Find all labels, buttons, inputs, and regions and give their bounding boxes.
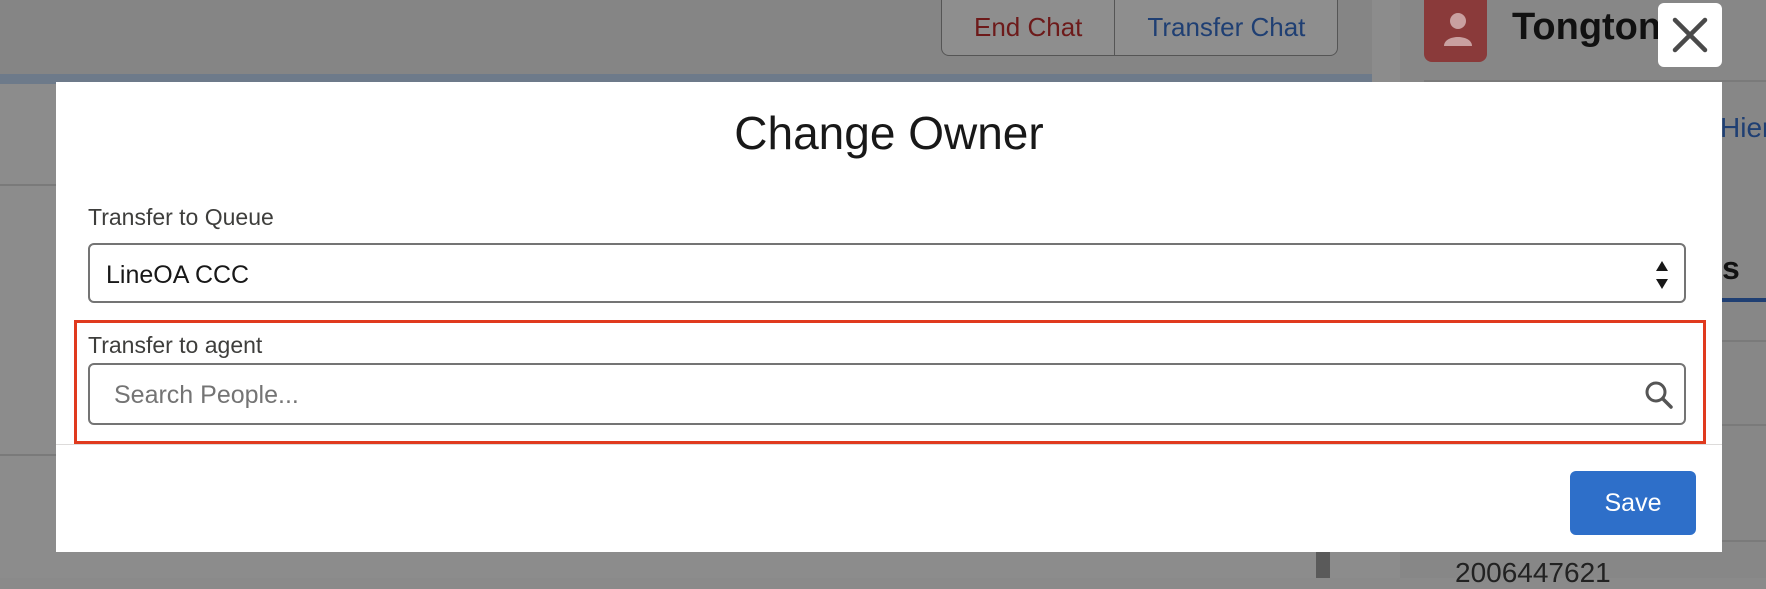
close-icon: [1672, 17, 1708, 53]
queue-label: Transfer to Queue: [88, 204, 274, 230]
modal-footer-divider: [56, 444, 1722, 445]
contact-icon: [1424, 0, 1487, 62]
save-button[interactable]: Save: [1570, 471, 1696, 535]
select-arrows-icon: [1656, 261, 1668, 289]
background-tab-label: s: [1722, 250, 1740, 286]
close-button[interactable]: [1658, 3, 1722, 67]
agent-label: Transfer to agent: [88, 332, 263, 358]
agent-search-input[interactable]: [102, 365, 1616, 425]
background-tab-underline: [1720, 298, 1766, 302]
background-scrollbar: [1316, 552, 1330, 578]
background-divider: [1720, 424, 1766, 426]
end-chat-button: End Chat: [942, 0, 1116, 55]
change-owner-modal: Change Owner Transfer to Queue LineOA CC…: [56, 82, 1722, 552]
chat-actions: End Chat Transfer Chat: [941, 0, 1339, 56]
background-divider: [0, 454, 56, 456]
background-divider: [0, 184, 56, 186]
queue-select-value: LineOA CCC: [106, 261, 250, 289]
background-hierarchy-link: Hier: [1720, 112, 1766, 143]
transfer-chat-button: Transfer Chat: [1147, 12, 1306, 42]
queue-select[interactable]: LineOA CCC: [88, 243, 1686, 303]
modal-title: Change Owner: [734, 107, 1044, 159]
agent-search-field[interactable]: [88, 363, 1686, 425]
background-phone-number: 2006447621: [1455, 557, 1611, 588]
search-icon[interactable]: [1644, 380, 1674, 410]
background-divider: [1720, 340, 1766, 342]
